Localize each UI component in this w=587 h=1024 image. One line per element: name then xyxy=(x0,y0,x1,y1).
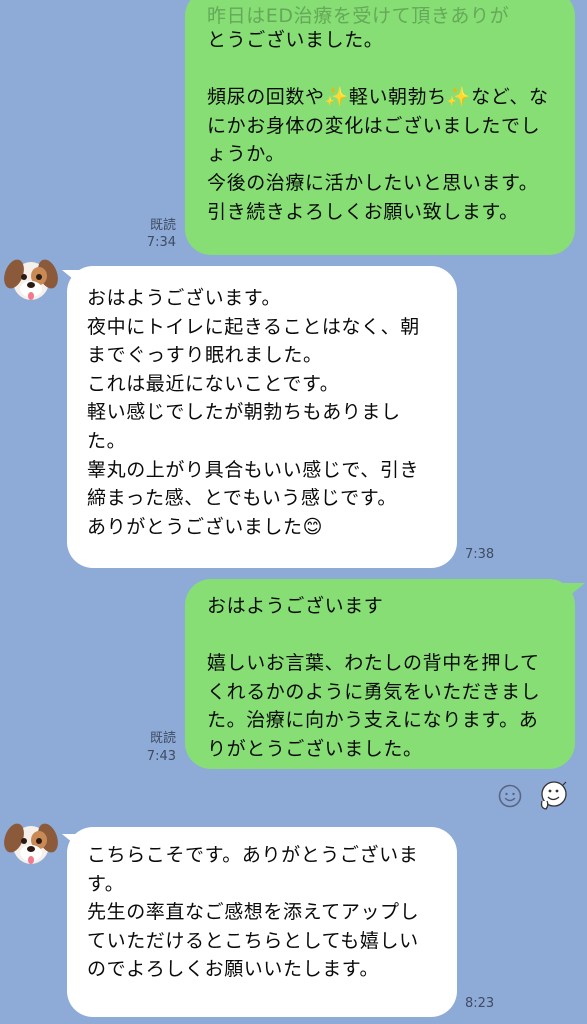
incoming-message-bubble[interactable]: こちらこそです。ありがとうございます。 先生の率直なご感想を添えてアップしていた… xyxy=(67,827,457,1017)
message-text: とうございました。 頻尿の回数や✨軽い朝勃ち✨など、なにかお身体の変化はございま… xyxy=(207,29,549,223)
message-timestamp: 7:43 xyxy=(146,749,176,764)
message-text: おはようございます 嬉しいお言葉、わたしの背中を押してくれるかのように勇気をいた… xyxy=(207,595,541,760)
outgoing-message-bubble[interactable]: おはようございます 嬉しいお言葉、わたしの背中を押してくれるかのように勇気をいた… xyxy=(185,579,575,769)
smiley-outline-icon xyxy=(498,784,522,808)
message-timestamp: 7:38 xyxy=(465,547,495,562)
message-timestamp: 7:34 xyxy=(146,235,176,250)
contact-avatar[interactable] xyxy=(2,250,60,308)
read-receipt: 既読 xyxy=(149,218,176,233)
dog-face-icon xyxy=(4,823,58,864)
message-text: おはようございます。 夜中にトイレに起きることはなく、朝までぐっすり眠れました。… xyxy=(87,287,420,538)
contact-avatar[interactable] xyxy=(2,814,60,872)
message-timestamp: 8:23 xyxy=(465,996,495,1011)
sticker-face-icon xyxy=(540,781,567,810)
reaction-button[interactable] xyxy=(497,783,523,813)
message-text: こちらこそです。ありがとうございます。 先生の率直なご感想を添えてアップしていた… xyxy=(87,844,420,981)
chat-thread[interactable]: 昨日はED治療を受けて頂きありが とうございました。 頻尿の回数や✨軽い朝勃ち✨… xyxy=(0,0,587,1024)
incoming-message-bubble[interactable]: おはようございます。 夜中にトイレに起きることはなく、朝までぐっすり眠れました。… xyxy=(67,266,457,568)
outgoing-message-bubble[interactable]: 昨日はED治療を受けて頂きありが とうございました。 頻尿の回数や✨軽い朝勃ち✨… xyxy=(185,0,575,255)
sticker-button[interactable] xyxy=(537,779,569,817)
dog-face-icon xyxy=(4,259,58,300)
read-receipt: 既読 xyxy=(149,731,176,746)
